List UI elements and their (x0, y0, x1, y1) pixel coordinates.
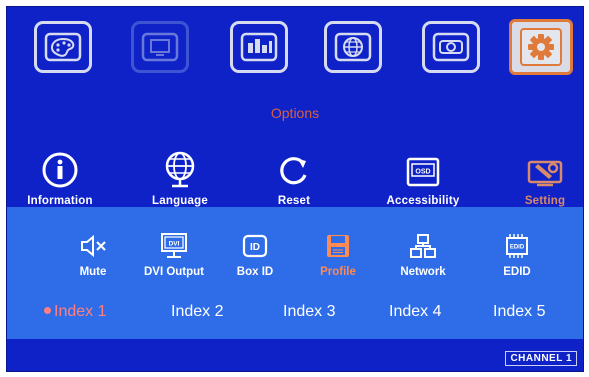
mute-icon (81, 234, 106, 258)
submenu-label: Box ID (236, 266, 274, 278)
edid-chip-icon: EDID (506, 234, 528, 258)
index-label: Index 3 (283, 303, 336, 320)
id-icon: ID (242, 234, 268, 258)
network-icon (410, 234, 436, 258)
palette-icon (44, 32, 82, 62)
submenu-label: Profile (320, 266, 356, 278)
category-display[interactable] (131, 21, 189, 73)
option-accessibility[interactable]: OSD Accessibility (368, 147, 478, 207)
index-label: Index 5 (493, 303, 546, 320)
svg-text:ID: ID (250, 242, 260, 253)
index-label: Index 1 (54, 303, 107, 320)
option-label: Accessibility (386, 195, 460, 207)
category-video-wall[interactable] (230, 21, 288, 73)
info-icon (42, 152, 78, 188)
submenu-label: DVI Output (143, 266, 205, 278)
submenu-profile[interactable]: Profile (296, 229, 380, 278)
floppy-disk-icon (327, 235, 349, 257)
option-language[interactable]: Language (125, 147, 235, 207)
option-information[interactable]: Information (7, 147, 115, 207)
option-label: Language (152, 195, 208, 207)
svg-text:EDID: EDID (510, 245, 525, 251)
reset-icon (280, 157, 307, 185)
index-4[interactable]: Index 4 (389, 303, 441, 321)
monitor-icon (141, 32, 179, 62)
globe-icon (334, 32, 372, 62)
index-label: Index 4 (389, 303, 442, 320)
status-footer: CHANNEL 1 (7, 339, 583, 371)
category-projector[interactable] (422, 21, 480, 73)
submenu-edid[interactable]: EDID EDID (475, 229, 559, 278)
submenu-label: Network (400, 266, 446, 278)
channel-badge: CHANNEL 1 (505, 351, 577, 366)
submenu-box-id[interactable]: ID Box ID (213, 229, 297, 278)
submenu-network[interactable]: Network (381, 229, 465, 278)
submenu-label: EDID (503, 266, 531, 278)
submenu-dvi-output[interactable]: DVI DVI Output (132, 229, 216, 278)
dvi-icon: DVI (161, 233, 187, 258)
index-3[interactable]: Index 3 (283, 303, 335, 321)
option-label: Reset (277, 195, 311, 207)
menu-title: Options (270, 105, 320, 121)
index-5[interactable]: Index 5 (493, 303, 545, 321)
index-label: Index 2 (171, 303, 224, 320)
submenu-label: Mute (79, 266, 107, 278)
svg-text:OSD: OSD (415, 169, 430, 176)
video-wall-icon (240, 32, 278, 62)
option-label: Setting (524, 195, 566, 207)
wrench-icon (527, 160, 563, 187)
gear-icon (520, 28, 562, 66)
osd-icon: OSD (406, 157, 440, 187)
index-2[interactable]: Index 2 (171, 303, 223, 321)
option-reset[interactable]: Reset (239, 147, 349, 207)
projector-icon (432, 32, 470, 62)
category-network[interactable] (324, 21, 382, 73)
selected-dot-icon (44, 307, 51, 315)
language-globe-icon (165, 151, 195, 188)
category-options[interactable] (509, 19, 573, 75)
option-setting[interactable]: Setting (490, 147, 583, 207)
submenu-panel: Mute DVI DVI Output ID Box ID Profile Ne… (7, 207, 583, 339)
index-1[interactable]: Index 1 (44, 303, 106, 321)
osd-menu: Options Information Language Reset OSD A… (6, 6, 584, 372)
category-palette[interactable] (34, 21, 92, 73)
svg-text:DVI: DVI (169, 241, 180, 248)
option-label: Information (27, 195, 93, 207)
category-bar (7, 19, 583, 111)
submenu-mute[interactable]: Mute (51, 229, 135, 278)
